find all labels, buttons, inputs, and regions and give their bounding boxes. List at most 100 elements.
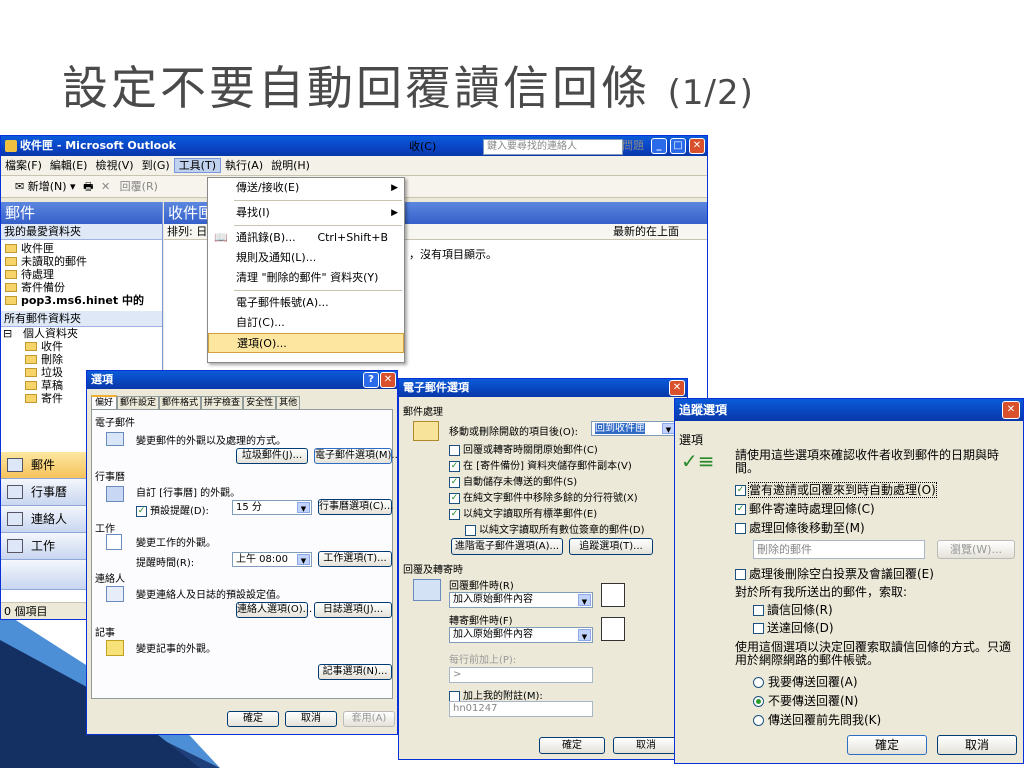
check-move-receipts[interactable]: 處理回條後移動至(M) (735, 519, 865, 536)
radio-never-send[interactable]: 不要傳送回覆(N) (753, 692, 858, 709)
reply-button[interactable]: 回覆(R) (114, 180, 158, 193)
menu-file[interactable]: 檔案(F) (1, 159, 46, 172)
cancel-button[interactable]: 取消 (285, 711, 337, 727)
folder-deleted[interactable]: 刪除 (1, 353, 162, 366)
reminder-select[interactable]: 15 分 ▼ (232, 500, 312, 515)
check-remove-breaks[interactable]: ✓ 在純文字郵件中移除多餘的分行符號(X) (449, 489, 638, 504)
delete-icon[interactable]: ✕ (101, 180, 110, 193)
checkbox-icon (753, 623, 764, 634)
ok-button[interactable]: 確定 (227, 711, 279, 727)
fav-unread[interactable]: 未讀取的郵件 (1, 255, 162, 268)
group-message-handling: 郵件處理 (403, 407, 443, 418)
help-button[interactable]: ? (363, 372, 379, 388)
check-auto-process[interactable]: ✓ 當有邀請或回覆來到時自動處理(O) (735, 481, 937, 498)
check-process-receipts[interactable]: ✓ 郵件寄達時處理回條(C) (735, 500, 875, 517)
reply-select[interactable]: 加入原始郵件內容 ▼ (449, 592, 593, 608)
fav-inbox[interactable]: 收件匣 (1, 242, 162, 255)
folder-inbox[interactable]: 收件 (1, 340, 162, 353)
tab-preferences[interactable]: 偏好 (91, 395, 118, 409)
tab-mail-setup[interactable]: 郵件設定 (117, 396, 160, 410)
notes-options-button[interactable]: 記事選項(N)... (318, 664, 392, 680)
menu-edit[interactable]: 編輯(E) (46, 159, 92, 172)
menu-help[interactable]: 說明(H) (267, 159, 314, 172)
menu-item-rules[interactable]: 規則及通知(L)... (208, 248, 404, 268)
menu-item-empty-deleted[interactable]: 清理 "刪除的郵件" 資料夾(Y) (208, 268, 404, 288)
fav-pop3[interactable]: pop3.ms6.hinet 中的 (1, 294, 162, 307)
folder-icon (25, 394, 37, 403)
browse-button[interactable]: 瀏覽(W)... (937, 540, 1015, 559)
advanced-email-options-button[interactable]: 進階電子郵件選項(A)... (451, 538, 563, 555)
new-button[interactable]: ✉ 新增(N) ▾ (1, 180, 76, 193)
checkbox-icon (449, 690, 460, 702)
prefix-input[interactable]: > (449, 667, 593, 683)
tools-menu: 傳送/接收(E) ▶ 尋找(I) ▶ 📖 通訊錄(B)... Ctrl+Shift+B … (207, 177, 405, 363)
checkbox-icon (735, 569, 746, 580)
tab-spelling[interactable]: 拼字檢查 (201, 396, 244, 410)
contacts-icon (7, 512, 23, 526)
checkbox-label: 讀信回條(R) (767, 603, 833, 617)
check-mark-comments[interactable]: 加上我的附註(M): (449, 687, 543, 702)
personal-folders[interactable]: ⊟ 個人資料夾 (1, 327, 162, 340)
radio-send-response[interactable]: 我要傳送回覆(A) (753, 673, 858, 690)
apply-button[interactable]: 套用(A) (343, 711, 395, 727)
collapse-icon: ⊟ (3, 327, 13, 340)
checkbox-label: 自動儲存未傳送的郵件(S) (463, 477, 578, 488)
close-button[interactable]: ✕ (669, 380, 685, 396)
calendar-options-button[interactable]: 行事曆選項(C)... (318, 499, 393, 515)
contact-search-input[interactable]: 鍵入要尋找的連絡人 (483, 139, 623, 155)
menu-item-customize[interactable]: 自訂(C)... (208, 313, 404, 333)
sort-order-label[interactable]: 最新的在上面 (613, 224, 679, 240)
menu-item-address-book[interactable]: 📖 通訊錄(B)... Ctrl+Shift+B (208, 228, 404, 248)
menu-item-label: 傳送/接收(E) (236, 181, 300, 194)
check-read-signed-plain[interactable]: 以純文字讀取所有數位簽章的郵件(D) (465, 521, 645, 536)
junk-email-button[interactable]: 垃圾郵件(J)... (236, 448, 308, 464)
check-delivery-receipt[interactable]: 送達回條(D) (753, 619, 834, 636)
menu-go[interactable]: 到(G) (138, 159, 174, 172)
send-receive-button[interactable]: 收(C) (409, 136, 436, 158)
contact-options-button[interactable]: 連絡人選項(O)... (236, 602, 312, 618)
checkbox-icon (449, 444, 460, 456)
tab-security[interactable]: 安全性 (243, 396, 277, 410)
after-move-select[interactable]: 回到收件匣 ▼ (591, 421, 677, 436)
move-folder-input[interactable]: 刪除的郵件 (753, 540, 925, 559)
ok-button[interactable]: 確定 (539, 737, 605, 754)
radio-label: 我要傳送回覆(A) (768, 675, 858, 689)
tab-other[interactable]: 其他 (276, 396, 301, 410)
menu-item-email-accounts[interactable]: 電子郵件帳號(A)... (208, 293, 404, 313)
print-icon[interactable]: 🖶 (79, 180, 97, 193)
remind-time-select[interactable]: 上午 08:00 ▼ (232, 552, 312, 567)
check-autosave[interactable]: ✓ 自動儲存未傳送的郵件(S) (449, 473, 577, 488)
mark-comments-input[interactable]: hn01247 (449, 701, 593, 717)
tab-mail-format[interactable]: 郵件格式 (159, 396, 202, 410)
checkbox-label: 處理回條後移動至(M) (749, 521, 865, 535)
menu-tools[interactable]: 工具(T) (173, 158, 221, 173)
close-button[interactable]: ✕ (1002, 401, 1020, 419)
forward-label: 轉寄郵件時(F) (449, 616, 513, 627)
menu-item-send-receive[interactable]: 傳送/接收(E) ▶ (208, 178, 404, 198)
forward-select[interactable]: 加入原始郵件內容 ▼ (449, 627, 593, 643)
mail-icon (7, 458, 23, 472)
radio-ask-first[interactable]: 傳送回覆前先問我(K) (753, 711, 881, 728)
check-save-copies[interactable]: ✓ 在 [寄件備份] 資料夾儲存郵件副本(V) (449, 457, 632, 472)
task-options-button[interactable]: 工作選項(T)... (318, 551, 392, 567)
menu-item-options[interactable]: 選項(O)... (208, 333, 404, 353)
tracking-options-button[interactable]: 追蹤選項(T)... (569, 538, 653, 555)
fav-sent[interactable]: 寄件備份 (1, 281, 162, 294)
ok-button[interactable]: 確定 (847, 735, 927, 755)
arrange-label[interactable]: 排列: 日 (167, 225, 207, 238)
close-button[interactable]: ✕ (689, 138, 705, 154)
reminder-checkbox[interactable]: ✓ 預設提醒(D): (136, 502, 209, 517)
journal-options-button[interactable]: 日誌選項(J)... (314, 602, 392, 618)
close-button[interactable]: ✕ (380, 372, 396, 388)
fav-followup[interactable]: 待處理 (1, 268, 162, 281)
check-read-receipt[interactable]: 讀信回條(R) (753, 601, 833, 618)
check-read-plain[interactable]: ✓ 以純文字讀取所有標準郵件(E) (449, 505, 597, 520)
cancel-button[interactable]: 取消 (937, 735, 1017, 755)
menu-actions[interactable]: 執行(A) (221, 159, 267, 172)
check-delete-blank[interactable]: 處理後刪除空白投票及會議回覆(E) (735, 565, 934, 582)
cancel-button[interactable]: 取消 (613, 737, 679, 754)
menu-item-find[interactable]: 尋找(I) ▶ (208, 203, 404, 223)
menu-view[interactable]: 檢視(V) (91, 159, 137, 172)
email-options-button[interactable]: 電子郵件選項(M)... (314, 448, 397, 464)
check-close-original[interactable]: 回覆或轉寄時關閉原始郵件(C) (449, 441, 598, 456)
